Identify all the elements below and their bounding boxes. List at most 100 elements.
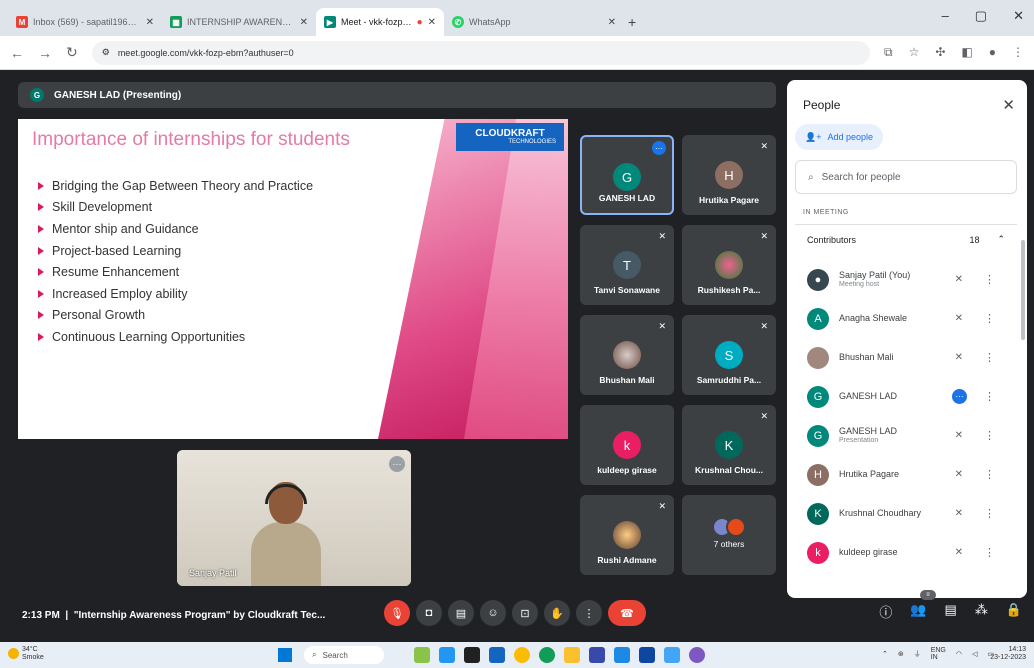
chevron-up-icon[interactable]: ⌃ bbox=[997, 234, 1005, 245]
more-options-button[interactable]: ⋮ bbox=[576, 600, 602, 626]
chat-icon[interactable]: ▤ bbox=[945, 602, 957, 621]
close-icon[interactable]: ✕ bbox=[300, 17, 308, 28]
weather-widget[interactable]: 34°C Smoke bbox=[8, 646, 44, 661]
others-tile[interactable]: 7 others bbox=[682, 495, 776, 575]
reload-icon[interactable]: ↻ bbox=[66, 44, 78, 61]
mic-off-icon[interactable]: ✕ bbox=[955, 274, 963, 285]
close-icon[interactable]: ✕ bbox=[608, 17, 616, 28]
more-options-icon[interactable]: ⋮ bbox=[984, 468, 995, 481]
participant-tile[interactable]: k kuldeep girase bbox=[580, 405, 674, 485]
mic-off-icon[interactable]: ✕ bbox=[955, 313, 963, 324]
people-icon[interactable]: 👥 bbox=[910, 602, 926, 621]
forward-icon[interactable]: → bbox=[38, 45, 52, 61]
participant-tile[interactable]: ✕ Rushi Admane bbox=[580, 495, 674, 575]
participant-tile[interactable]: ✕ H Hrutika Pagare bbox=[682, 135, 776, 215]
more-options-icon[interactable]: ⋮ bbox=[984, 312, 995, 325]
more-options-icon[interactable]: ⋮ bbox=[984, 546, 995, 559]
app-icon[interactable] bbox=[689, 647, 705, 663]
close-icon[interactable]: ✕ bbox=[428, 17, 436, 28]
back-icon[interactable]: ← bbox=[10, 45, 24, 61]
more-options-icon[interactable]: ⋮ bbox=[984, 390, 995, 403]
present-button[interactable]: ⊡ bbox=[512, 600, 538, 626]
tab-whatsapp[interactable]: ✆ WhatsApp ✕ bbox=[444, 8, 624, 36]
app-icon[interactable] bbox=[614, 647, 630, 663]
more-options-icon[interactable]: ⋮ bbox=[984, 351, 995, 364]
more-options-icon[interactable]: ⋮ bbox=[984, 507, 995, 520]
close-icon[interactable]: ✕ bbox=[146, 17, 154, 28]
scrollbar[interactable] bbox=[1021, 240, 1025, 340]
add-people-button[interactable]: 👤+ Add people bbox=[795, 124, 884, 150]
system-clock[interactable]: 14:13 23-12-2023 bbox=[990, 646, 1026, 663]
host-controls-icon[interactable]: 🔒 bbox=[1006, 602, 1022, 621]
app-icon[interactable] bbox=[639, 647, 655, 663]
edge-icon[interactable] bbox=[539, 647, 555, 663]
bookmark-star-icon[interactable]: ☆ bbox=[909, 45, 920, 60]
minimize-icon[interactable]: – bbox=[942, 8, 949, 24]
app-icon[interactable] bbox=[489, 647, 505, 663]
list-item[interactable]: G GANESH LAD Presentation ✕ ⋮ bbox=[795, 416, 1017, 455]
close-window-icon[interactable]: ✕ bbox=[1013, 8, 1024, 24]
windows-start-icon[interactable] bbox=[278, 648, 292, 662]
app-icon[interactable] bbox=[439, 647, 455, 663]
app-icon[interactable] bbox=[414, 647, 430, 663]
extensions-icon[interactable]: ✣ bbox=[935, 45, 945, 60]
sidepanel-icon[interactable]: ◧ bbox=[961, 45, 972, 60]
search-people-input[interactable]: ⌕ Search for people bbox=[795, 160, 1017, 194]
self-video-tile[interactable]: ⋯ Sanjay Patil bbox=[177, 450, 411, 586]
folder-icon[interactable] bbox=[564, 647, 580, 663]
mic-off-icon[interactable]: ✕ bbox=[955, 352, 963, 363]
profile-icon[interactable]: ● bbox=[989, 45, 996, 60]
url-field[interactable]: ⚙ meet.google.com/vkk-fozp-ebm?authuser=… bbox=[91, 40, 870, 65]
maximize-icon[interactable]: ▢ bbox=[975, 8, 987, 24]
list-item[interactable]: K Krushnal Choudhary ✕ ⋮ bbox=[795, 494, 1017, 533]
participant-tile[interactable]: ✕ S Samruddhi Pa... bbox=[682, 315, 776, 395]
tray-app-icon[interactable]: ⊛ bbox=[898, 650, 904, 658]
wifi-icon[interactable]: ◠ bbox=[956, 650, 962, 658]
list-item[interactable]: k kuldeep girase ✕ ⋮ bbox=[795, 533, 1017, 572]
activities-icon[interactable]: ⁂ bbox=[975, 602, 988, 621]
captions-button[interactable]: ▤ bbox=[448, 600, 474, 626]
volume-icon[interactable]: ◁ bbox=[972, 650, 977, 658]
mic-off-icon[interactable]: ✕ bbox=[955, 469, 963, 480]
list-item[interactable]: H Hrutika Pagare ✕ ⋮ bbox=[795, 455, 1017, 494]
audio-off-icon[interactable]: ✕ bbox=[955, 430, 963, 441]
participant-tile[interactable]: ⋯ G GANESH LAD bbox=[580, 135, 674, 215]
list-item[interactable]: Bhushan Mali ✕ ⋮ bbox=[795, 338, 1017, 377]
chrome-icon[interactable] bbox=[514, 647, 530, 663]
participant-tile[interactable]: ✕ Bhushan Mali bbox=[580, 315, 674, 395]
app-icon[interactable] bbox=[589, 647, 605, 663]
participant-tile[interactable]: ✕ Rushikesh Pa... bbox=[682, 225, 776, 305]
app-icon[interactable] bbox=[664, 647, 680, 663]
language-indicator[interactable]: ENG IN bbox=[931, 647, 946, 661]
reactions-button[interactable]: ☺ bbox=[480, 600, 506, 626]
site-settings-icon[interactable]: ⚙ bbox=[102, 47, 110, 58]
chevron-up-icon[interactable]: ⌃ bbox=[882, 650, 888, 658]
more-options-icon[interactable]: ⋮ bbox=[984, 429, 995, 442]
contributors-section[interactable]: Contributors 18 ⌃ bbox=[795, 224, 1017, 254]
app-icon[interactable] bbox=[464, 647, 480, 663]
tab-meet[interactable]: ▶ Meet - vkk-fozp-ebm ● ✕ bbox=[316, 8, 444, 36]
info-icon[interactable]: ⓘ bbox=[879, 602, 892, 621]
taskbar-search[interactable]: ⌕ Search bbox=[304, 646, 384, 664]
menu-icon[interactable]: ⋮ bbox=[1012, 45, 1024, 60]
pin-icon[interactable]: ⋯ bbox=[389, 456, 405, 472]
tab-gmail[interactable]: M Inbox (569) - sapatil1969@gm... ✕ bbox=[8, 8, 162, 36]
list-item[interactable]: ● Sanjay Patil (You) Meeting host ✕ ⋮ bbox=[795, 260, 1017, 299]
tab-sheets[interactable]: ▦ INTERNSHIP AWARENESS PRO... ✕ bbox=[162, 8, 316, 36]
raise-hand-button[interactable]: ✋ bbox=[544, 600, 570, 626]
usb-icon[interactable]: ⏚ bbox=[914, 649, 921, 659]
close-icon[interactable]: ✕ bbox=[1002, 96, 1015, 114]
participant-tile[interactable]: ✕ K Krushnal Chou... bbox=[682, 405, 776, 485]
mic-off-icon[interactable]: ✕ bbox=[955, 547, 963, 558]
leave-call-button[interactable]: ☎ bbox=[608, 600, 646, 626]
more-options-icon[interactable]: ⋮ bbox=[984, 273, 995, 286]
new-tab-icon[interactable]: + bbox=[628, 14, 636, 30]
camera-toggle-button[interactable]: ◘ bbox=[416, 600, 442, 626]
list-item[interactable]: G GANESH LAD ⋯ ⋮ bbox=[795, 377, 1017, 416]
cast-icon[interactable]: ⧉ bbox=[884, 45, 893, 60]
mic-off-icon[interactable]: ✕ bbox=[955, 508, 963, 519]
participant-tile[interactable]: ✕ T Tanvi Sonawane bbox=[580, 225, 674, 305]
more-options-icon[interactable]: ⋯ bbox=[652, 141, 666, 155]
mic-toggle-button[interactable]: 🎙 bbox=[384, 600, 410, 626]
list-item[interactable]: A Anagha Shewale ✕ ⋮ bbox=[795, 299, 1017, 338]
